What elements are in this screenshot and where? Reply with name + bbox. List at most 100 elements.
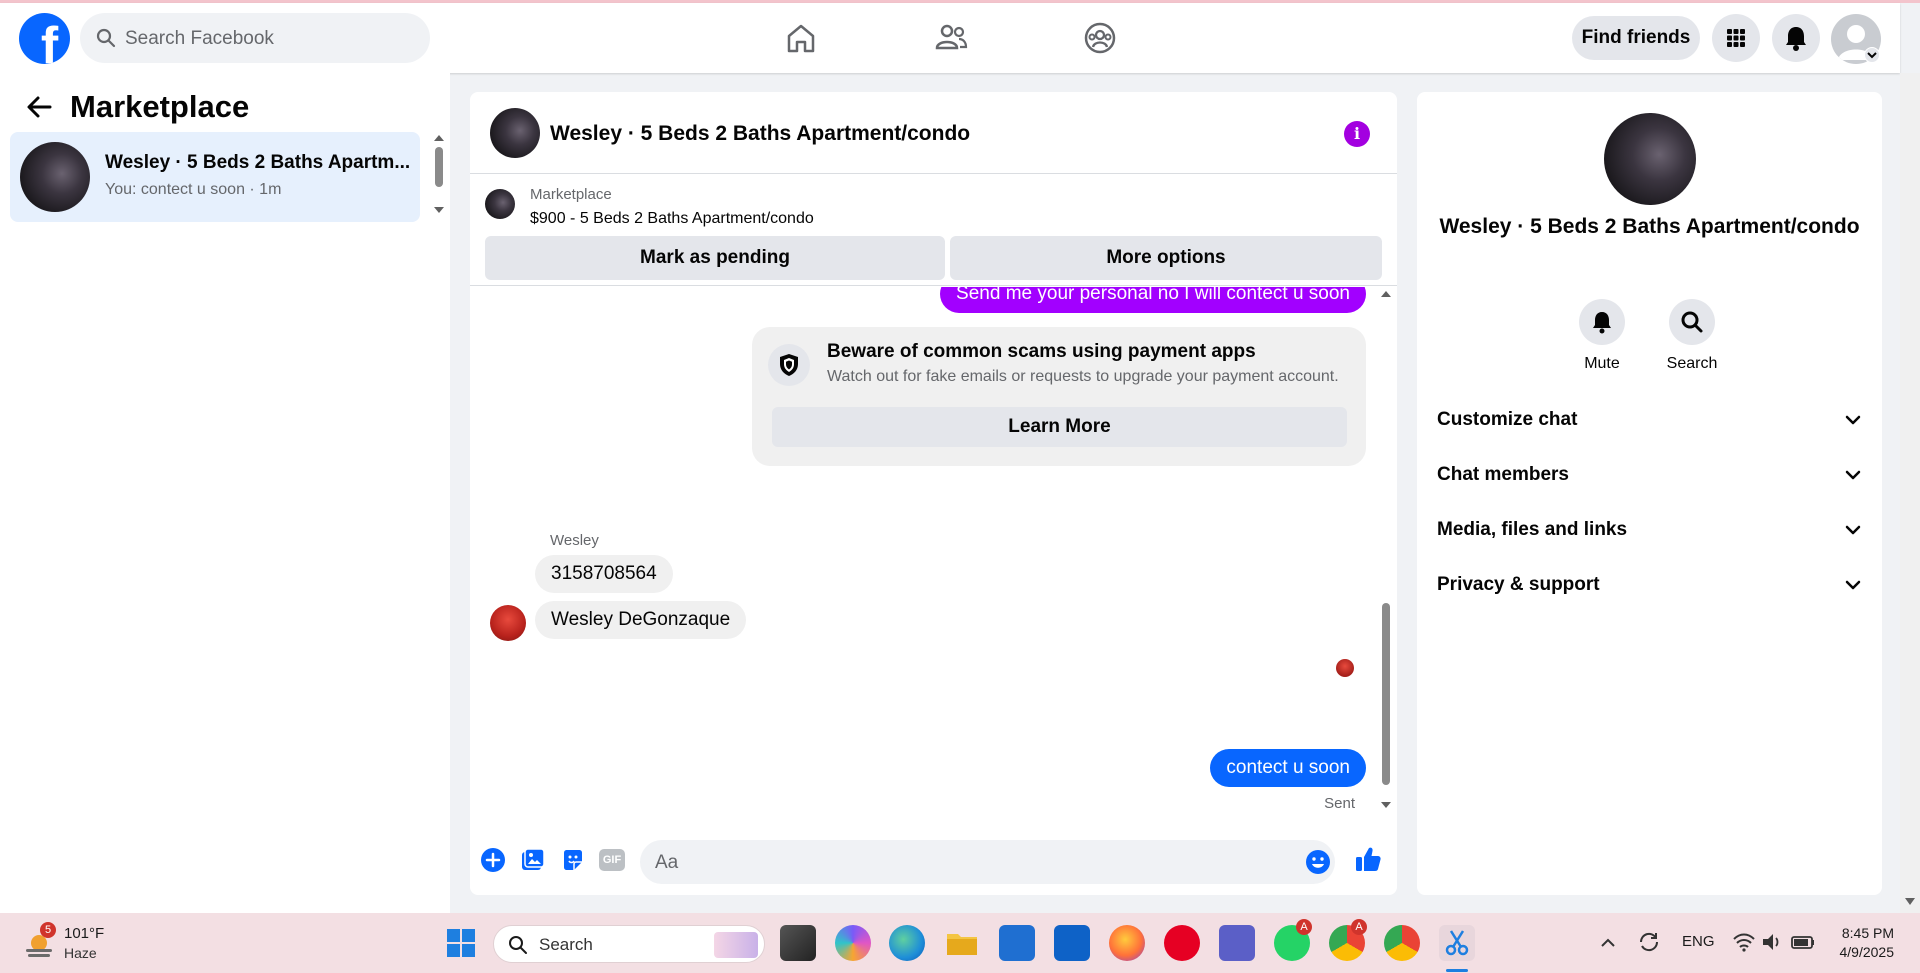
more-options-button[interactable]: More options xyxy=(950,236,1382,280)
listing-source: Marketplace xyxy=(530,186,612,203)
chat-avatar[interactable] xyxy=(490,108,540,158)
search-input[interactable]: Search Facebook xyxy=(125,28,274,50)
search-action[interactable]: Search xyxy=(1642,299,1742,373)
teams-icon[interactable] xyxy=(1219,925,1255,961)
home-icon[interactable] xyxy=(783,20,819,56)
copilot-icon[interactable] xyxy=(835,925,871,961)
bell-icon xyxy=(1593,312,1611,334)
scam-warning-card: Beware of common scams using payment app… xyxy=(752,327,1366,466)
time: 8:45 PM xyxy=(1841,925,1894,941)
outlook-icon[interactable] xyxy=(1054,925,1090,961)
chevron-down-icon xyxy=(1845,470,1861,480)
weather-badge: 5 xyxy=(40,922,56,938)
clock[interactable]: 8:45 PM 4/9/2025 xyxy=(1822,925,1895,960)
scroll-down-arrow-icon[interactable] xyxy=(1378,800,1394,810)
section-label: Privacy & support xyxy=(1437,574,1600,595)
scroll-down-arrow-icon[interactable] xyxy=(1905,898,1915,906)
listing-title[interactable]: $900 - 5 Beds 2 Baths Apartment/condo xyxy=(530,210,814,228)
conversation-item[interactable]: Wesley · 5 Beds 2 Baths Apartm... You: c… xyxy=(10,132,420,222)
date: 4/9/2025 xyxy=(1839,944,1895,960)
chevron-down-icon xyxy=(1867,52,1877,59)
groups-icon[interactable] xyxy=(1082,20,1118,56)
menu-grid-button[interactable] xyxy=(1712,14,1760,62)
page-scrollbar[interactable] xyxy=(1900,73,1920,913)
shield-icon xyxy=(768,344,810,386)
plus-circle-icon[interactable] xyxy=(480,847,506,873)
info-icon[interactable]: i xyxy=(1344,121,1370,147)
battery-icon[interactable] xyxy=(1790,931,1816,953)
conversation-list-pane: Marketplace Wesley · 5 Beds 2 Baths Apar… xyxy=(0,73,450,913)
search-label: Search xyxy=(1666,355,1718,372)
pinterest-icon[interactable] xyxy=(1164,925,1200,961)
thread-scrollbar[interactable] xyxy=(1378,287,1394,822)
temperature: 101°F xyxy=(64,925,105,942)
scroll-thumb[interactable] xyxy=(1382,603,1390,785)
scroll-down-arrow-icon[interactable] xyxy=(432,205,446,215)
photo-icon[interactable] xyxy=(520,847,546,873)
sender-avatar[interactable] xyxy=(490,605,526,641)
conversation-list-scrollbar[interactable] xyxy=(432,133,446,233)
weather-widget[interactable]: 5 101°F Haze xyxy=(18,922,118,965)
chat-title[interactable]: Wesley · 5 Beds 2 Baths Apartment/condo xyxy=(550,122,970,146)
chevron-down-icon xyxy=(1845,415,1861,425)
warning-body: Watch out for fake emails or requests to… xyxy=(827,368,1339,385)
thumbs-up-icon[interactable] xyxy=(1354,845,1382,873)
back-arrow-icon[interactable] xyxy=(26,95,52,119)
firefox-icon[interactable] xyxy=(1109,925,1145,961)
media-files-links-section[interactable]: Media, files and links xyxy=(1437,515,1862,545)
learn-more-button[interactable]: Learn More xyxy=(772,407,1347,447)
outgoing-message[interactable]: contect u soon xyxy=(1210,749,1366,787)
language-indicator[interactable]: ENG xyxy=(1682,933,1715,950)
task-view-icon[interactable] xyxy=(780,925,816,961)
mute-action[interactable]: Mute xyxy=(1552,299,1652,373)
account-dropdown[interactable] xyxy=(1864,47,1880,63)
privacy-support-section[interactable]: Privacy & support xyxy=(1437,570,1862,600)
listing-avatar-large[interactable] xyxy=(1604,113,1696,205)
emoji-icon[interactable] xyxy=(1306,850,1330,874)
chevron-down-icon xyxy=(1845,525,1861,535)
facebook-logo-icon[interactable]: f xyxy=(19,13,70,64)
mute-label: Mute xyxy=(1584,355,1620,372)
edge-icon[interactable] xyxy=(889,925,925,961)
page-title: Marketplace xyxy=(70,89,250,124)
customize-chat-section[interactable]: Customize chat xyxy=(1437,405,1862,435)
message-thread: Send me your personal no I will contect … xyxy=(470,287,1397,822)
wifi-icon[interactable] xyxy=(1732,931,1756,953)
scroll-up-arrow-icon[interactable] xyxy=(432,133,446,143)
scroll-thumb[interactable] xyxy=(435,147,443,187)
weather-condition: Haze xyxy=(64,945,97,961)
mark-as-pending-button[interactable]: Mark as pending xyxy=(485,236,945,280)
chevron-up-icon[interactable] xyxy=(1600,935,1616,951)
notification-badge: A xyxy=(1296,919,1312,935)
notifications-button[interactable] xyxy=(1772,14,1820,62)
sync-icon[interactable] xyxy=(1636,929,1662,955)
search-icon xyxy=(96,28,116,48)
find-friends-button[interactable]: Find friends xyxy=(1572,16,1700,60)
volume-icon[interactable] xyxy=(1760,931,1784,953)
message-input[interactable]: Aa xyxy=(640,840,1335,884)
listing-banner: Marketplace $900 - 5 Beds 2 Baths Apartm… xyxy=(470,174,1397,286)
notification-badge: A xyxy=(1351,919,1367,935)
gif-icon[interactable]: GIF xyxy=(599,849,625,871)
sticker-icon[interactable] xyxy=(560,847,586,873)
message-input-placeholder: Aa xyxy=(655,852,679,873)
conversation-preview: You: contect u soon · 1m xyxy=(105,181,282,198)
sender-name: Wesley xyxy=(550,532,599,549)
snipping-tool-icon[interactable] xyxy=(1439,925,1475,961)
taskbar-search[interactable]: Search xyxy=(493,925,765,963)
chat-members-section[interactable]: Chat members xyxy=(1437,460,1862,490)
chat-panel: Wesley · 5 Beds 2 Baths Apartment/condo … xyxy=(470,92,1397,895)
file-explorer-icon[interactable] xyxy=(944,925,980,961)
chrome-profile-icon[interactable] xyxy=(1384,925,1420,961)
windows-taskbar: 5 101°F Haze Search A A ENG 8:45 PM 4/9/… xyxy=(0,913,1920,973)
scroll-up-arrow-icon[interactable] xyxy=(1378,289,1394,299)
top-navigation-bar: f Search Facebook Find friends xyxy=(0,3,1900,73)
incoming-message[interactable]: Wesley DeGonzaque xyxy=(535,601,747,639)
incoming-message[interactable]: 3158708564 xyxy=(535,555,673,593)
outgoing-message[interactable]: Send me your personal no I will contect … xyxy=(940,287,1366,313)
windows-start-icon[interactable] xyxy=(443,925,479,961)
search-facebook-box[interactable]: Search Facebook xyxy=(80,13,430,63)
friends-icon[interactable] xyxy=(933,20,969,56)
store-icon[interactable] xyxy=(999,925,1035,961)
listing-thumbnail[interactable] xyxy=(485,189,515,219)
